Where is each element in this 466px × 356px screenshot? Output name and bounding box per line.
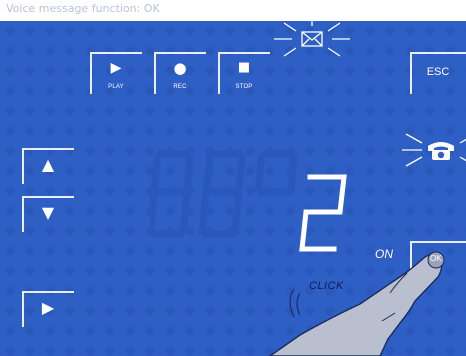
click-label: CLICK xyxy=(309,280,344,292)
header-bar: Voice message function: OK xyxy=(0,0,466,21)
header-text: Voice message function: OK xyxy=(6,2,160,15)
hand-icon xyxy=(268,251,445,356)
control-panel: ▶ PLAY ● REC ■ STOP ESC ▲ ▼ ▶ ON OK CLIC… xyxy=(0,21,466,356)
ok-label: OK xyxy=(430,254,442,263)
